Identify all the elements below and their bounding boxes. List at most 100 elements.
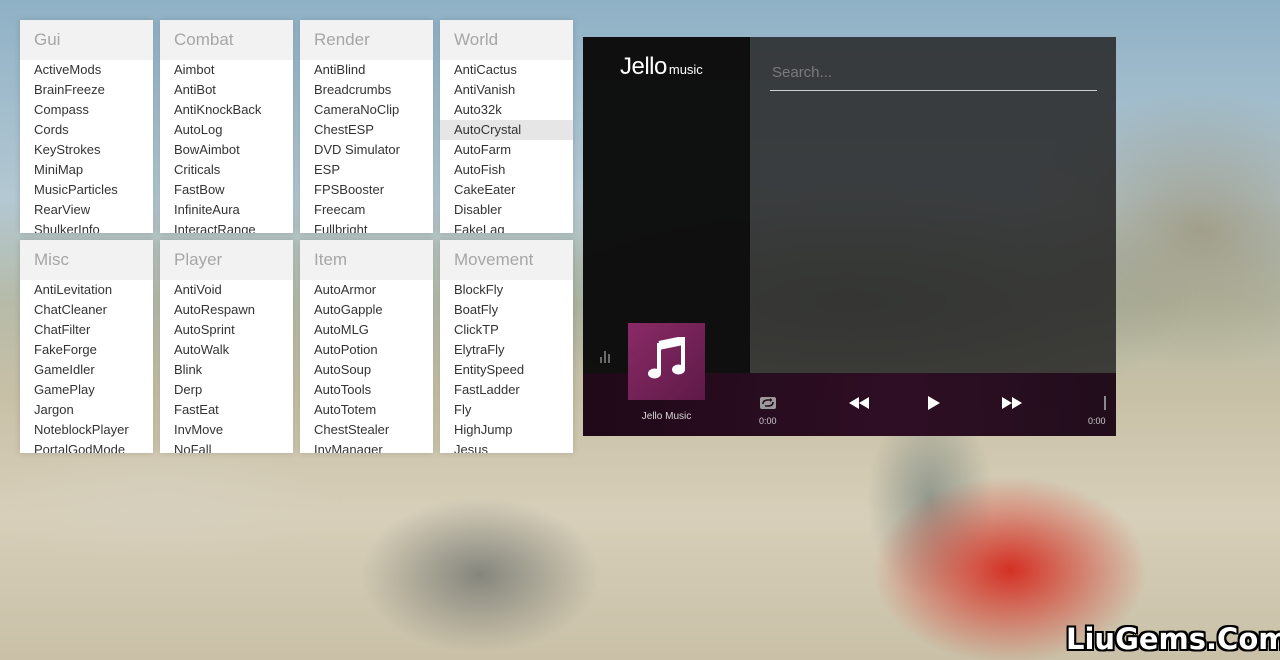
- module-item[interactable]: ChestStealer: [300, 420, 433, 440]
- module-item[interactable]: AutoPotion: [300, 340, 433, 360]
- module-item[interactable]: ChatCleaner: [20, 300, 153, 320]
- module-item[interactable]: FakeLag: [440, 220, 573, 233]
- module-item[interactable]: InteractRange: [160, 220, 293, 233]
- module-item[interactable]: BowAimbot: [160, 140, 293, 160]
- module-item[interactable]: Cords: [20, 120, 153, 140]
- module-item[interactable]: Breadcrumbs: [300, 80, 433, 100]
- module-item[interactable]: AutoGapple: [300, 300, 433, 320]
- module-item[interactable]: ESP: [300, 160, 433, 180]
- category-panel: Gui ActiveMods BrainFreeze Compass Cords KeyS…: [20, 20, 153, 233]
- fast-forward-button[interactable]: [1002, 396, 1022, 414]
- module-item[interactable]: Criticals: [160, 160, 293, 180]
- category-title[interactable]: Item: [300, 240, 433, 280]
- music-player: Jellomusic Jello Music: [583, 37, 1116, 436]
- module-item[interactable]: GamePlay: [20, 380, 153, 400]
- module-item[interactable]: AntiLevitation: [20, 280, 153, 300]
- module-item[interactable]: KeyStrokes: [20, 140, 153, 160]
- category-title[interactable]: Misc: [20, 240, 153, 280]
- module-item[interactable]: AutoRespawn: [160, 300, 293, 320]
- module-item[interactable]: ClickTP: [440, 320, 573, 340]
- module-item[interactable]: NoteblockPlayer: [20, 420, 153, 440]
- module-item[interactable]: AutoCrystal: [440, 120, 573, 140]
- module-item[interactable]: Fly: [440, 400, 573, 420]
- jello-music-logo: Jello music: [620, 53, 703, 81]
- album-cover[interactable]: [628, 323, 705, 400]
- category-title[interactable]: World: [440, 20, 573, 60]
- module-item[interactable]: Auto32k: [440, 100, 573, 120]
- module-item[interactable]: ChestESP: [300, 120, 433, 140]
- module-item[interactable]: EntitySpeed: [440, 360, 573, 380]
- module-item[interactable]: DVD Simulator: [300, 140, 433, 160]
- module-item[interactable]: Jargon: [20, 400, 153, 420]
- module-item[interactable]: InvMove: [160, 420, 293, 440]
- module-item[interactable]: AutoFarm: [440, 140, 573, 160]
- module-item[interactable]: AntiVanish: [440, 80, 573, 100]
- module-item[interactable]: PortalGodMode: [20, 440, 153, 453]
- module-item[interactable]: ElytraFly: [440, 340, 573, 360]
- category-title[interactable]: Movement: [440, 240, 573, 280]
- module-item[interactable]: AutoTotem: [300, 400, 433, 420]
- module-item[interactable]: AutoMLG: [300, 320, 433, 340]
- module-item[interactable]: Compass: [20, 100, 153, 120]
- module-item[interactable]: AntiCactus: [440, 60, 573, 80]
- category-panel: Misc AntiLevitation ChatCleaner ChatFilter F…: [20, 240, 153, 453]
- module-item[interactable]: BoatFly: [440, 300, 573, 320]
- module-item[interactable]: AutoFish: [440, 160, 573, 180]
- album-label: Jello Music: [641, 411, 692, 422]
- module-item[interactable]: AutoLog: [160, 120, 293, 140]
- module-item[interactable]: Blink: [160, 360, 293, 380]
- module-item[interactable]: FastBow: [160, 180, 293, 200]
- module-item[interactable]: CameraNoClip: [300, 100, 433, 120]
- module-item[interactable]: Derp: [160, 380, 293, 400]
- module-item[interactable]: AutoTools: [300, 380, 433, 400]
- module-item[interactable]: RearView: [20, 200, 153, 220]
- play-button[interactable]: [927, 396, 941, 415]
- category-title[interactable]: Player: [160, 240, 293, 280]
- module-item[interactable]: GameIdler: [20, 360, 153, 380]
- module-item[interactable]: FPSBooster: [300, 180, 433, 200]
- category-title[interactable]: Combat: [160, 20, 293, 60]
- rewind-icon: [849, 396, 869, 414]
- module-item[interactable]: InvManager: [300, 440, 433, 453]
- volume-slider[interactable]: [1104, 396, 1106, 410]
- rewind-button[interactable]: [849, 396, 869, 414]
- module-item[interactable]: AntiBlind: [300, 60, 433, 80]
- module-item[interactable]: AntiKnockBack: [160, 100, 293, 120]
- module-item[interactable]: Fullbright: [300, 220, 433, 233]
- module-item[interactable]: AutoArmor: [300, 280, 433, 300]
- module-item[interactable]: AutoWalk: [160, 340, 293, 360]
- module-item[interactable]: ActiveMods: [20, 60, 153, 80]
- logo-main-text: Jello: [620, 53, 667, 80]
- module-item[interactable]: BrainFreeze: [20, 80, 153, 100]
- module-item[interactable]: MiniMap: [20, 160, 153, 180]
- search-input[interactable]: [770, 55, 1097, 91]
- module-item[interactable]: ChatFilter: [20, 320, 153, 340]
- module-item[interactable]: FastEat: [160, 400, 293, 420]
- module-item[interactable]: CakeEater: [440, 180, 573, 200]
- category-title[interactable]: Render: [300, 20, 433, 60]
- module-item[interactable]: NoFall: [160, 440, 293, 453]
- module-item[interactable]: Aimbot: [160, 60, 293, 80]
- module-item[interactable]: Jesus: [440, 440, 573, 453]
- module-item[interactable]: Freecam: [300, 200, 433, 220]
- module-item[interactable]: ShulkerInfo: [20, 220, 153, 233]
- module-item[interactable]: AntiVoid: [160, 280, 293, 300]
- category-title[interactable]: Gui: [20, 20, 153, 60]
- module-item[interactable]: BlockFly: [440, 280, 573, 300]
- module-item[interactable]: AntiBot: [160, 80, 293, 100]
- repeat-button[interactable]: [759, 396, 777, 415]
- module-item[interactable]: FakeForge: [20, 340, 153, 360]
- module-item[interactable]: AutoSoup: [300, 360, 433, 380]
- category-panel: Player AntiVoid AutoRespawn AutoSprint AutoW…: [160, 240, 293, 453]
- module-item[interactable]: HighJump: [440, 420, 573, 440]
- module-list: AutoArmor AutoGapple AutoMLG AutoPotion Auto…: [300, 280, 433, 453]
- module-list: AntiCactus AntiVanish Auto32k AutoCrystal Au…: [440, 60, 573, 233]
- module-item[interactable]: InfiniteAura: [160, 200, 293, 220]
- module-item[interactable]: AutoSprint: [160, 320, 293, 340]
- module-item[interactable]: Disabler: [440, 200, 573, 220]
- module-item[interactable]: FastLadder: [440, 380, 573, 400]
- equalizer-icon[interactable]: [600, 349, 612, 363]
- play-icon: [927, 396, 941, 415]
- module-item[interactable]: MusicParticles: [20, 180, 153, 200]
- watermark: LiuGems.Com: [1066, 622, 1280, 656]
